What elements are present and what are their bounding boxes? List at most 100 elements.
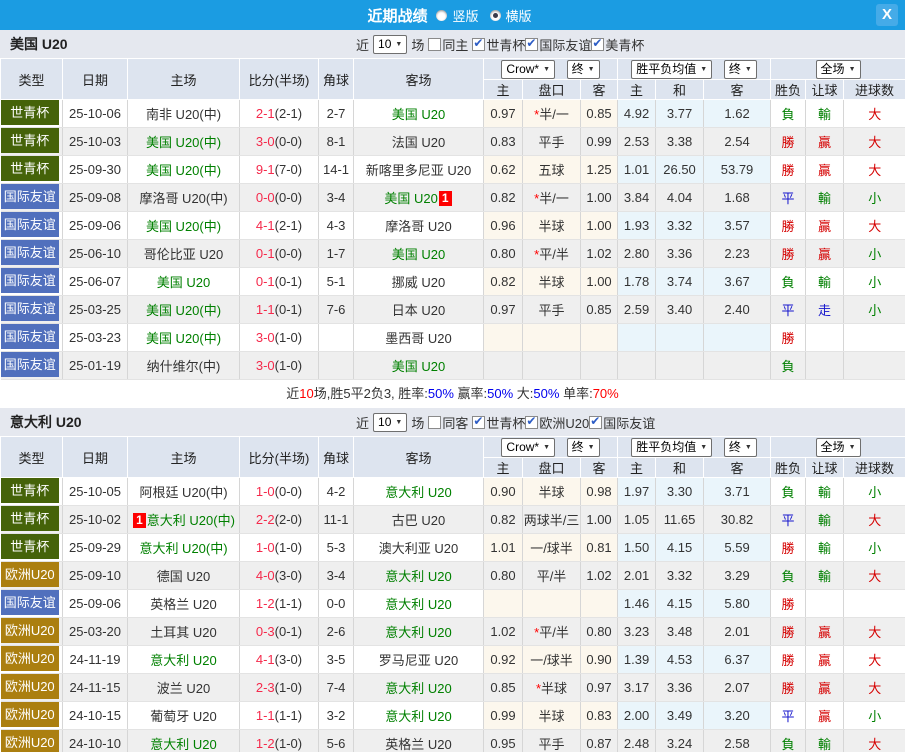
halftime-score: (2-0) bbox=[274, 512, 303, 527]
home-odds-cell: 0.97 bbox=[483, 99, 523, 128]
competition-badge: 国际友谊 bbox=[0, 240, 59, 265]
radio-horizontal-label[interactable]: 横版 bbox=[506, 6, 532, 25]
halftime-score: (0-0) bbox=[274, 246, 303, 261]
avg-stage-dropdown[interactable]: 终 ▼ bbox=[723, 437, 757, 457]
match-row: 国际友谊 25-06-07 美国 U20 0-1(0-1) 5-1 挪威 U20 0.82 半… bbox=[0, 267, 905, 296]
checkbox-label[interactable]: 世青杯 bbox=[486, 35, 525, 54]
competition-badge: 欧洲U20 bbox=[0, 674, 59, 699]
handicap-result-cell: 贏 bbox=[805, 701, 845, 730]
team-name: 挪威 U20 bbox=[391, 275, 446, 290]
handicap-line-cell: *半球 bbox=[522, 673, 581, 702]
filters: 近 10▼ 场 同主 世青杯国际友谊美青杯 bbox=[356, 30, 644, 58]
competition-filter-checkbox[interactable]: 美青杯 bbox=[591, 35, 644, 54]
handicap-flag: 贏 bbox=[818, 135, 832, 150]
goals-flag: 小 bbox=[868, 541, 882, 556]
avg-home-cell bbox=[617, 351, 657, 380]
goals-result-cell: 大 bbox=[843, 127, 905, 156]
corner-cell: 5-3 bbox=[318, 533, 354, 562]
home-team-cell: 意大利 U20(中) bbox=[127, 533, 240, 562]
fullmatch-dropdown[interactable]: 全场 ▼ bbox=[815, 437, 861, 457]
radio-vertical-label[interactable]: 竖版 bbox=[452, 6, 478, 25]
avg-home-cell: 3.84 bbox=[617, 183, 657, 212]
home-team-cell: 美国 U20(中) bbox=[127, 323, 240, 352]
avg-odds-dropdown[interactable]: 胜平负均值 ▼ bbox=[631, 437, 713, 457]
close-button[interactable]: X bbox=[876, 4, 898, 26]
checkbox-icon[interactable] bbox=[589, 414, 603, 429]
fullmatch-dropdown[interactable]: 全场 ▼ bbox=[815, 59, 861, 79]
fulltime-score: 4-0 bbox=[255, 568, 275, 583]
goals-flag: 大 bbox=[868, 737, 882, 752]
col-corner: 角球 bbox=[318, 436, 354, 478]
checkbox-label[interactable]: 国际友谊 bbox=[539, 35, 591, 54]
checkbox-label[interactable]: 欧洲U20 bbox=[539, 413, 589, 432]
rounds-dropdown[interactable]: 10 ▼ bbox=[373, 34, 408, 54]
team-name: 美国 U20(中) bbox=[145, 331, 222, 346]
home-odds-cell: 0.82 bbox=[483, 267, 523, 296]
odds-stage-dropdown[interactable]: 终 ▼ bbox=[566, 437, 600, 457]
bookmaker-dropdown[interactable]: Crow* ▼ bbox=[501, 59, 556, 79]
avg-home-cell: 4.92 bbox=[617, 99, 657, 128]
handicap-line-cell: *半/一 bbox=[522, 183, 581, 212]
same-venue-checkbox[interactable]: 同主 bbox=[428, 35, 468, 54]
handicap-line: 半球 bbox=[538, 275, 565, 290]
competition-filter-checkbox[interactable]: 国际友谊 bbox=[525, 35, 591, 54]
same-venue-checkbox[interactable]: 同客 bbox=[428, 413, 468, 432]
away-team-cell: 日本 U20 bbox=[353, 295, 484, 324]
match-row: 国际友谊 25-09-06 美国 U20(中) 4-1(2-1) 4-3 摩洛哥 U20 0… bbox=[0, 211, 905, 240]
competition-cell: 欧洲U20 bbox=[0, 617, 63, 646]
avg-draw-cell: 3.49 bbox=[655, 701, 705, 730]
away-team-cell: 罗马尼亚 U20 bbox=[353, 645, 484, 674]
result-cell: 勝 bbox=[770, 239, 807, 268]
handicap-result-cell: 輸 bbox=[805, 505, 845, 534]
rounds-unit-label: 场 bbox=[411, 415, 425, 431]
away-odds-cell: 0.85 bbox=[580, 295, 619, 324]
rounds-dropdown[interactable]: 10 ▼ bbox=[373, 412, 408, 432]
away-team-cell: 澳大利亚 U20 bbox=[353, 533, 484, 562]
checkbox-icon[interactable] bbox=[525, 414, 539, 429]
avg-stage-dropdown[interactable]: 终 ▼ bbox=[723, 59, 757, 79]
avg-odds-dropdown[interactable]: 胜平负均值 ▼ bbox=[631, 59, 713, 79]
checkbox-label[interactable]: 国际友谊 bbox=[603, 413, 655, 432]
corner-cell: 5-1 bbox=[318, 267, 354, 296]
checkbox-icon[interactable] bbox=[525, 36, 539, 51]
score-cell: 0-3(0-1) bbox=[239, 617, 319, 646]
checkbox-label[interactable]: 同主 bbox=[442, 35, 468, 54]
checkbox-icon[interactable] bbox=[472, 414, 486, 429]
corner-cell: 3-4 bbox=[318, 561, 354, 590]
bookmaker-dropdown[interactable]: Crow* ▼ bbox=[501, 437, 556, 457]
checkbox-icon[interactable] bbox=[428, 415, 442, 429]
competition-filter-checkbox[interactable]: 国际友谊 bbox=[589, 413, 655, 432]
avg-draw-cell: 11.65 bbox=[655, 505, 705, 534]
competition-filter-checkbox[interactable]: 欧洲U20 bbox=[525, 413, 589, 432]
avg-away-cell: 3.57 bbox=[703, 211, 772, 240]
team-title: 美国 U20 bbox=[10, 36, 68, 52]
radio-horizontal-layout[interactable] bbox=[489, 9, 501, 21]
checkbox-icon[interactable] bbox=[472, 36, 486, 51]
checkbox-icon[interactable] bbox=[591, 36, 605, 51]
home-odds-cell: 0.80 bbox=[483, 561, 523, 590]
goals-result-cell bbox=[843, 589, 905, 618]
odds-stage-dropdown[interactable]: 终 ▼ bbox=[566, 59, 600, 79]
goals-result-cell: 大 bbox=[843, 99, 905, 128]
radio-vertical-layout[interactable] bbox=[436, 9, 448, 21]
avg-home-cell: 1.39 bbox=[617, 645, 657, 674]
handicap-line-cell: 平/半 bbox=[522, 561, 581, 590]
competition-filter-checkbox[interactable]: 世青杯 bbox=[472, 35, 525, 54]
checkbox-label[interactable]: 同客 bbox=[442, 413, 468, 432]
goals-result-cell: 大 bbox=[843, 505, 905, 534]
checkbox-label[interactable]: 美青杯 bbox=[605, 35, 644, 54]
halftime-score: (7-0) bbox=[274, 162, 303, 177]
away-team-cell: 英格兰 U20 bbox=[353, 729, 484, 752]
avg-away-cell: 3.67 bbox=[703, 267, 772, 296]
col-date: 日期 bbox=[62, 58, 128, 100]
competition-filter-checkbox[interactable]: 世青杯 bbox=[472, 413, 525, 432]
goals-result-cell: 大 bbox=[843, 211, 905, 240]
team-name: 新喀里多尼亚 U20 bbox=[365, 163, 472, 178]
fulltime-score: 1-1 bbox=[255, 302, 275, 317]
away-odds-cell: 1.25 bbox=[580, 155, 619, 184]
result-flag: 勝 bbox=[781, 247, 795, 262]
team-name: 意大利 U20 bbox=[385, 597, 452, 612]
checkbox-label[interactable]: 世青杯 bbox=[486, 413, 525, 432]
checkbox-icon[interactable] bbox=[428, 37, 442, 51]
matches-tbody: 世青杯 25-10-05 阿根廷 U20(中) 1-0(0-0) 4-2 意大利 U20 0… bbox=[0, 477, 905, 752]
